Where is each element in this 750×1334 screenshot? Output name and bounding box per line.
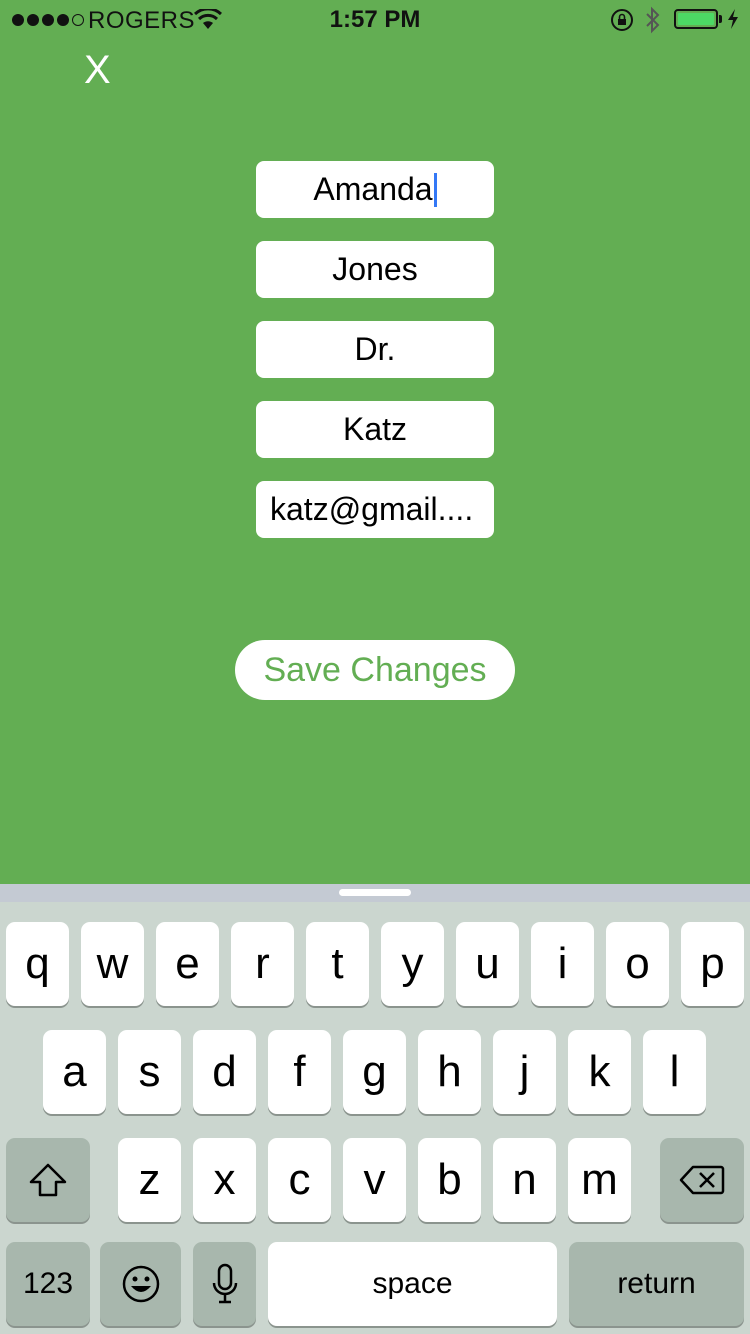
key-x[interactable]: x — [193, 1138, 256, 1222]
save-changes-button[interactable]: Save Changes — [235, 640, 515, 700]
battery-icon — [674, 9, 718, 29]
key-c[interactable]: c — [268, 1138, 331, 1222]
battery-tip — [719, 15, 722, 23]
shift-key[interactable] — [6, 1138, 90, 1222]
key-e[interactable]: e — [156, 922, 219, 1006]
key-u[interactable]: u — [456, 922, 519, 1006]
key-r[interactable]: r — [231, 922, 294, 1006]
delete-key[interactable] — [660, 1138, 744, 1222]
key-p[interactable]: p — [681, 922, 744, 1006]
charging-bolt-icon — [726, 8, 740, 35]
bluetooth-icon — [644, 6, 662, 39]
key-a[interactable]: a — [43, 1030, 106, 1114]
email-field[interactable]: katz@gmail.... — [256, 481, 494, 538]
shift-icon — [29, 1163, 67, 1197]
keyboard-grabber[interactable] — [339, 889, 411, 896]
key-s[interactable]: s — [118, 1030, 181, 1114]
text-cursor — [433, 172, 437, 207]
key-l[interactable]: l — [643, 1030, 706, 1114]
key-h[interactable]: h — [418, 1030, 481, 1114]
key-o[interactable]: o — [606, 922, 669, 1006]
first-name-value: Amanda — [313, 171, 433, 207]
doctor-name-value: Katz — [342, 411, 408, 447]
key-m[interactable]: m — [568, 1138, 631, 1222]
close-button[interactable]: X — [84, 48, 111, 93]
emoji-key[interactable] — [100, 1242, 181, 1326]
key-k[interactable]: k — [568, 1030, 631, 1114]
key-d[interactable]: d — [193, 1030, 256, 1114]
key-v[interactable]: v — [343, 1138, 406, 1222]
status-bar: ROGERS 1:57 PM — [0, 0, 750, 40]
first-name-field[interactable]: Amanda — [256, 161, 494, 218]
key-w[interactable]: w — [81, 922, 144, 1006]
key-f[interactable]: f — [268, 1030, 331, 1114]
key-y[interactable]: y — [381, 922, 444, 1006]
last-name-value: Jones — [332, 251, 418, 287]
delete-icon — [679, 1165, 725, 1195]
return-key[interactable]: return — [569, 1242, 744, 1326]
last-name-field[interactable]: Jones — [256, 241, 494, 298]
keyboard: q w e r t y u i o p a s d f g h j k l z … — [0, 884, 750, 1334]
title-value: Dr. — [354, 331, 396, 367]
doctor-name-field[interactable]: Katz — [256, 401, 494, 458]
key-q[interactable]: q — [6, 922, 69, 1006]
clock: 1:57 PM — [329, 6, 421, 33]
key-j[interactable]: j — [493, 1030, 556, 1114]
key-g[interactable]: g — [343, 1030, 406, 1114]
key-t[interactable]: t — [306, 922, 369, 1006]
key-z[interactable]: z — [118, 1138, 181, 1222]
emoji-icon — [122, 1265, 159, 1303]
keyboard-top-bar — [0, 884, 750, 902]
email-value: katz@gmail.... — [270, 491, 474, 527]
dictation-key[interactable] — [193, 1242, 256, 1326]
battery-level — [678, 13, 714, 25]
rotation-lock-icon — [610, 8, 634, 37]
title-field[interactable]: Dr. — [256, 321, 494, 378]
microphone-icon — [212, 1263, 237, 1304]
key-n[interactable]: n — [493, 1138, 556, 1222]
numbers-key[interactable]: 123 — [6, 1242, 90, 1326]
space-key[interactable]: space — [268, 1242, 557, 1326]
key-i[interactable]: i — [531, 922, 594, 1006]
key-b[interactable]: b — [418, 1138, 481, 1222]
